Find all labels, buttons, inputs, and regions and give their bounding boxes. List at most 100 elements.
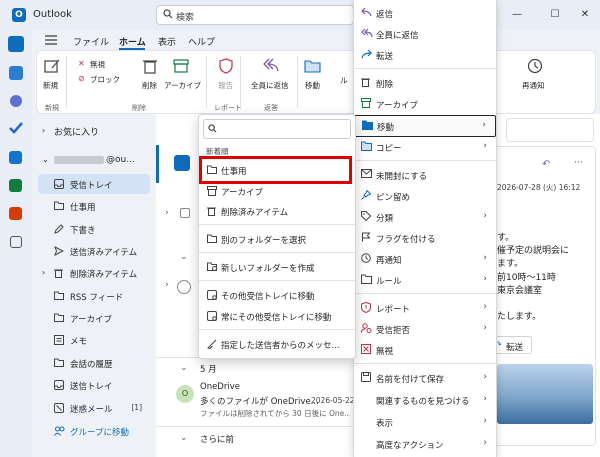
menu-item-copy[interactable]: コピー › <box>354 137 496 158</box>
folder-icon <box>54 291 64 300</box>
account-header[interactable]: @ou... <box>106 155 135 165</box>
menu-item-advanced-actions[interactable]: 高度なアクション › <box>354 434 496 455</box>
folder-item-conversation-history[interactable]: 会話の履歴 <box>38 353 150 373</box>
submenu-item-move-to-other[interactable]: その他受信トレイに移動 <box>199 285 355 305</box>
menu-item-save-as[interactable]: 名前を付けて保存 › <box>354 368 496 389</box>
new-button[interactable]: 新規 <box>43 80 58 91</box>
highlight-annotation-box <box>199 156 352 184</box>
body-line: 催予定の説明会に <box>497 246 570 256</box>
block-button[interactable]: ブロック <box>90 74 120 85</box>
app-title: Outlook <box>33 9 72 20</box>
menu-item-delete[interactable]: 削除 <box>354 73 496 94</box>
favorites-header[interactable]: お気に入り <box>54 125 99 138</box>
menu-item-pin[interactable]: ピン留め <box>354 186 496 207</box>
tab-file[interactable]: ファイル <box>73 35 109 48</box>
message-sender[interactable]: OneDrive <box>200 382 240 392</box>
body-line: たします。 <box>497 312 542 322</box>
forward-icon <box>361 49 372 59</box>
people-app-icon[interactable] <box>10 95 22 107</box>
todo-app-icon[interactable] <box>9 122 23 134</box>
folder-item-rss[interactable]: RSS フィード <box>38 286 150 306</box>
menu-item-view[interactable]: 表示 › <box>354 412 496 433</box>
menu-item-snooze[interactable]: 再通知 › <box>354 249 496 270</box>
menu-item-archive[interactable]: アーカイブ <box>354 94 496 115</box>
folder-item-notes[interactable]: メモ <box>38 330 150 350</box>
menu-separator <box>354 68 496 69</box>
submenu-item-archive[interactable]: アーカイブ <box>199 181 355 201</box>
mail-app-icon[interactable] <box>8 36 24 52</box>
maximize-button[interactable]: ☐ <box>548 8 562 22</box>
reply-all-button[interactable]: 全員に返信 <box>251 80 289 91</box>
menu-separator <box>199 224 355 225</box>
tab-view[interactable]: 表示 <box>158 35 176 48</box>
submenu-item-choose-folder[interactable]: 別のフォルダーを選択 <box>199 229 355 249</box>
folder-item-drafts[interactable]: 下書き <box>38 219 150 239</box>
move-folder-icon <box>362 120 373 130</box>
powerpoint-app-icon[interactable] <box>9 207 22 220</box>
menu-item-flag[interactable]: フラグを付ける <box>354 228 496 249</box>
submenu-item-deleted[interactable]: 削除済みアイテム <box>199 201 355 221</box>
menu-separator <box>199 252 355 253</box>
menu-item-report[interactable]: レポート › <box>354 298 496 319</box>
move-button[interactable]: 移動 <box>305 80 320 91</box>
folder-item-go-to-groups[interactable]: グループに移動 <box>38 421 150 441</box>
folder-item-inbox[interactable]: 受信トレイ <box>38 174 150 194</box>
excel-app-icon[interactable] <box>9 179 22 192</box>
menu-item-find-related[interactable]: 関連するものを見つける › <box>354 390 496 411</box>
sent-icon <box>54 246 64 256</box>
teams-app-icon[interactable] <box>9 151 22 164</box>
more-options-icon[interactable]: ··· <box>574 158 583 168</box>
calendar-app-icon[interactable] <box>9 66 23 80</box>
message-subject[interactable]: 多くのファイルが OneDrive... <box>200 395 319 407</box>
tab-home[interactable]: ホーム <box>119 35 146 48</box>
message-date: 2026-05-22 <box>311 396 355 405</box>
rule-button[interactable]: ル <box>340 75 348 86</box>
reply-icon[interactable]: ↶ <box>542 159 550 170</box>
folder-item-sent[interactable]: 送信済みアイテム <box>38 241 150 261</box>
section-header-earlier[interactable]: さらに前 <box>200 433 234 445</box>
ribbon-tab-bar <box>32 30 600 50</box>
archive-button[interactable]: アーカイブ <box>164 80 201 91</box>
menu-item-reply-all[interactable]: 全員に返信 <box>354 24 496 45</box>
save-icon <box>361 372 371 382</box>
folder-item-junk[interactable]: 迷惑メール [1] <box>38 398 150 418</box>
body-line: ます。 <box>497 259 524 269</box>
section-header-may[interactable]: 5 月 <box>200 363 217 375</box>
folder-item-archive[interactable]: アーカイブ <box>38 308 150 328</box>
account-name-redacted <box>54 156 104 164</box>
submenu-item-sweep[interactable]: 指定した送信者からのメッセ... <box>199 334 355 354</box>
tab-help[interactable]: ヘルプ <box>188 35 215 48</box>
menu-item-categorize[interactable]: 分類 › <box>354 207 496 228</box>
menu-item-reply[interactable]: 返信 <box>354 3 496 24</box>
menu-item-block[interactable]: 受信拒否 › <box>354 319 496 340</box>
chevron-right-icon: › <box>483 274 487 284</box>
folder-item-work[interactable]: 仕事用 <box>38 196 150 216</box>
report-button[interactable]: 報告 <box>218 80 233 91</box>
folder-item-deleted[interactable]: 削除済みアイテム <box>38 263 150 283</box>
search-placeholder: 検索 <box>176 13 195 23</box>
clock-icon <box>361 253 371 263</box>
block-icon: ⊘ <box>78 74 85 83</box>
apps-icon[interactable] <box>10 236 22 248</box>
submenu-item-new-folder[interactable]: 新しいフォルダーを作成 <box>199 257 355 277</box>
minimize-button[interactable]: — <box>510 8 524 22</box>
menu-separator <box>354 160 496 161</box>
note-icon <box>54 335 64 345</box>
menu-item-mark-unread[interactable]: 未開封にする <box>354 165 496 186</box>
close-button[interactable]: ✕ <box>578 8 592 22</box>
message-checkbox[interactable] <box>180 208 190 218</box>
folder-add-icon <box>207 262 217 271</box>
group-icon <box>54 426 65 436</box>
new-mail-icon <box>44 58 60 74</box>
ignore-button[interactable]: 無視 <box>90 59 105 70</box>
remind-button[interactable]: 再通知 <box>522 80 545 91</box>
menu-item-ignore[interactable]: 無視 <box>354 340 496 361</box>
delete-button[interactable]: 削除 <box>142 80 157 91</box>
folder-search-input[interactable] <box>203 119 351 139</box>
menu-item-forward[interactable]: 転送 <box>354 45 496 66</box>
menu-item-move[interactable]: 移動 › <box>354 115 496 137</box>
submenu-item-always-move-to-other[interactable]: 常にその他受信トレイに移動 <box>199 306 355 326</box>
menu-item-rules[interactable]: ルール › <box>354 270 496 291</box>
hamburger-menu-icon[interactable] <box>45 35 57 45</box>
folder-item-outbox[interactable]: 送信トレイ <box>38 375 150 395</box>
